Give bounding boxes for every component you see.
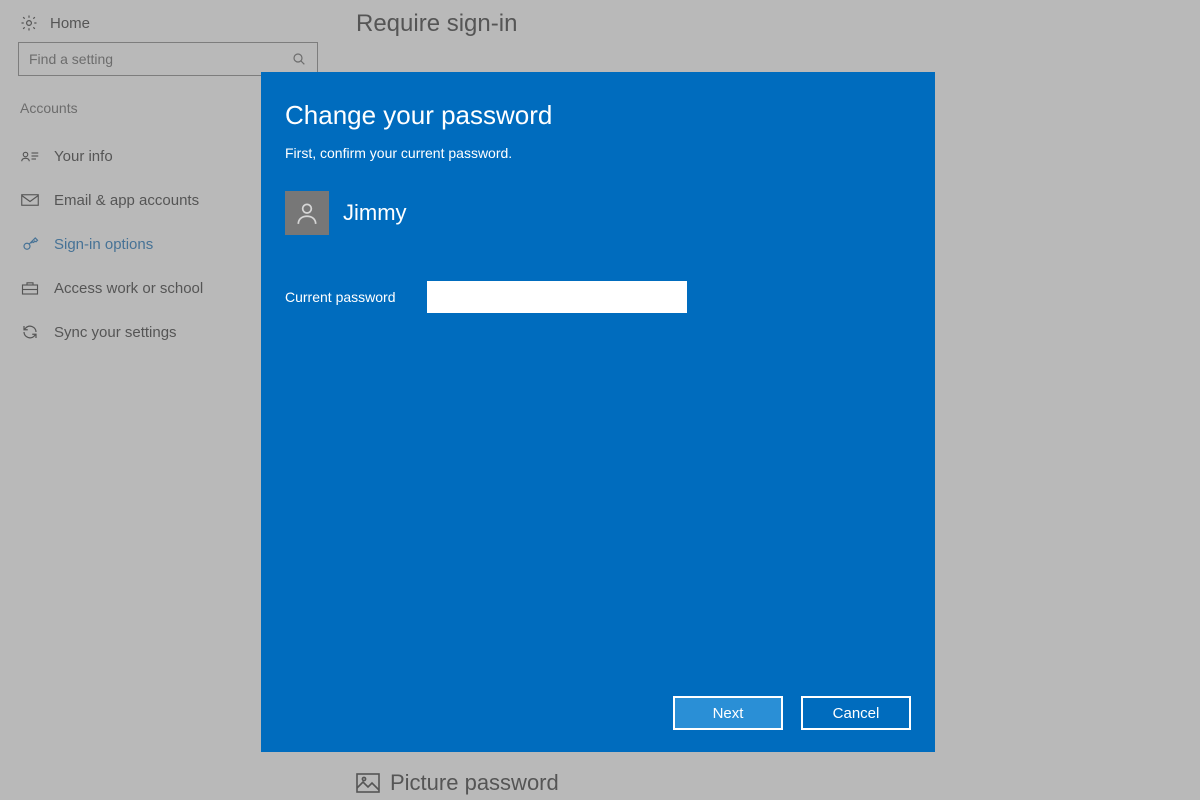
next-button[interactable]: Next [673,696,783,730]
user-name: Jimmy [343,200,407,226]
next-button-label: Next [713,705,744,722]
cancel-button[interactable]: Cancel [801,696,911,730]
current-password-input[interactable] [427,281,687,313]
password-field-row: Current password [285,281,911,313]
cancel-button-label: Cancel [833,705,880,722]
dialog-subtitle: First, confirm your current password. [285,145,911,161]
user-row: Jimmy [285,191,911,235]
password-label: Current password [285,289,409,305]
avatar [285,191,329,235]
person-icon [294,200,320,226]
dialog-title: Change your password [285,100,911,131]
change-password-dialog: Change your password First, confirm your… [261,72,935,752]
